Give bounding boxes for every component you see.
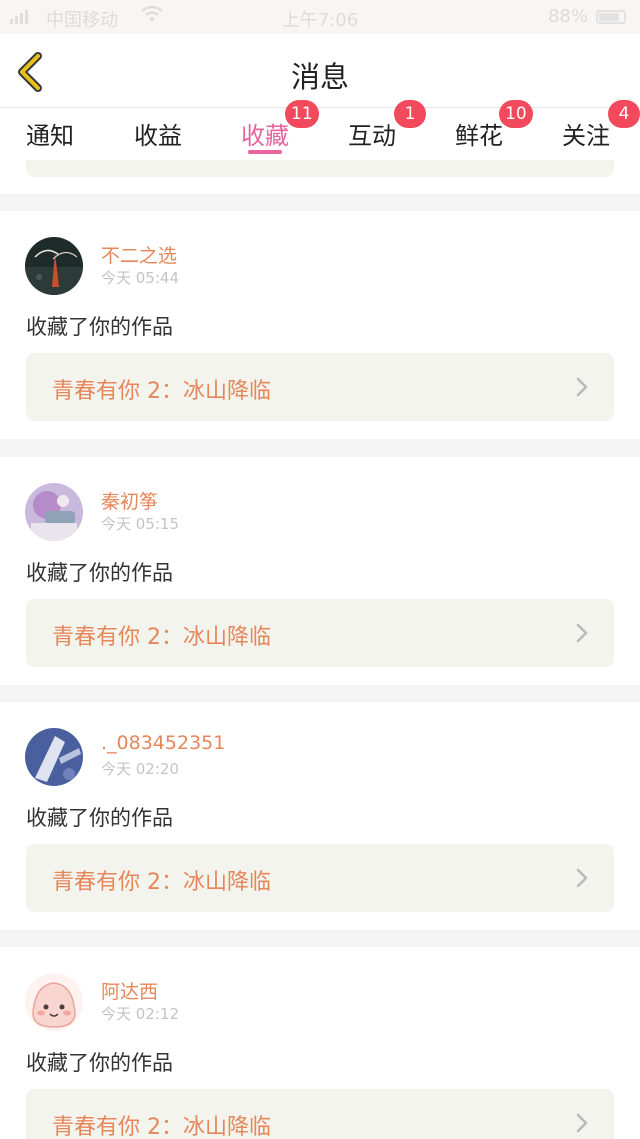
avatar[interactable] [25, 483, 83, 541]
nav-header: 消息 [0, 34, 640, 108]
tab-label: 互动 [348, 122, 396, 150]
tab-bar: 通知 收益 收藏 11 互动 1 鲜花 10 关注 4 [0, 100, 640, 160]
active-tab-indicator [248, 150, 282, 154]
action-text: 收藏了你的作品 [26, 561, 173, 585]
work-link[interactable]: 青春有你 2：冰山降临 [26, 353, 614, 421]
battery-percent: 88% [547, 6, 588, 27]
page-title: 消息 [290, 60, 349, 94]
username[interactable]: ._083452351 [101, 732, 225, 754]
action-text: 收藏了你的作品 [26, 1051, 173, 1075]
action-text: 收藏了你的作品 [26, 315, 173, 339]
tab-interaction[interactable]: 互动 1 [348, 100, 426, 160]
tab-badge: 4 [608, 100, 640, 128]
back-button[interactable] [14, 52, 48, 92]
tab-badge: 1 [394, 100, 426, 128]
tab-badge: 10 [499, 100, 533, 128]
tab-label: 通知 [26, 122, 74, 150]
tab-follow[interactable]: 关注 4 [562, 100, 640, 160]
tab-label: 收藏 [241, 122, 289, 150]
username[interactable]: 不二之选 [101, 241, 177, 268]
action-text: 收藏了你的作品 [26, 806, 173, 830]
timestamp: 今天 02:20 [101, 760, 179, 778]
timestamp: 今天 02:12 [101, 1005, 179, 1023]
notification-feed[interactable]: 不二之选 今天 05:44 收藏了你的作品 青春有你 2：冰山降临 秦初筝 今天… [0, 160, 640, 1139]
status-time: 上午7:06 [281, 10, 359, 31]
work-title: 青春有你 2：冰山降临 [52, 1115, 271, 1139]
avatar[interactable] [25, 237, 83, 295]
notification-card: 阿达西 今天 02:12 收藏了你的作品 青春有你 2：冰山降临 [0, 947, 640, 1139]
chevron-right-icon [576, 868, 588, 888]
timestamp: 今天 05:44 [101, 269, 179, 287]
tab-notice[interactable]: 通知 [26, 108, 74, 160]
tab-label: 关注 [562, 122, 610, 150]
username[interactable]: 阿达西 [101, 977, 158, 1004]
tab-label: 收益 [134, 122, 182, 150]
notification-card: 秦初筝 今天 05:15 收藏了你的作品 青春有你 2：冰山降临 [0, 457, 640, 685]
notification-card: ._083452351 今天 02:20 收藏了你的作品 青春有你 2：冰山降临 [0, 702, 640, 930]
avatar[interactable] [25, 973, 83, 1031]
chevron-right-icon [576, 1113, 588, 1133]
work-link[interactable]: 青春有你 2：冰山降临 [26, 599, 614, 667]
tab-flowers[interactable]: 鲜花 10 [455, 100, 533, 160]
chevron-right-icon [576, 377, 588, 397]
tab-label: 鲜花 [455, 122, 503, 150]
work-link[interactable]: 青春有你 2：冰山降临 [26, 1089, 614, 1139]
work-title: 青春有你 2：冰山降临 [52, 625, 271, 650]
tab-earnings[interactable]: 收益 [134, 108, 182, 160]
chevron-left-icon [18, 52, 42, 92]
notification-card: 不二之选 今天 05:44 收藏了你的作品 青春有你 2：冰山降临 [0, 211, 640, 439]
timestamp: 今天 05:15 [101, 515, 179, 533]
work-title: 青春有你 2：冰山降临 [52, 870, 271, 895]
tab-favorites[interactable]: 收藏 11 [241, 100, 319, 160]
chevron-right-icon [576, 623, 588, 643]
work-link[interactable]: 青春有你 2：冰山降临 [26, 844, 614, 912]
status-bar: 中国移动 上午7:06 88% [0, 0, 640, 34]
work-title: 青春有你 2：冰山降临 [52, 379, 271, 404]
avatar[interactable] [25, 728, 83, 786]
battery-icon [596, 10, 626, 24]
username[interactable]: 秦初筝 [101, 487, 158, 514]
tab-badge: 11 [285, 100, 319, 128]
previous-card-remnant [0, 160, 640, 194]
